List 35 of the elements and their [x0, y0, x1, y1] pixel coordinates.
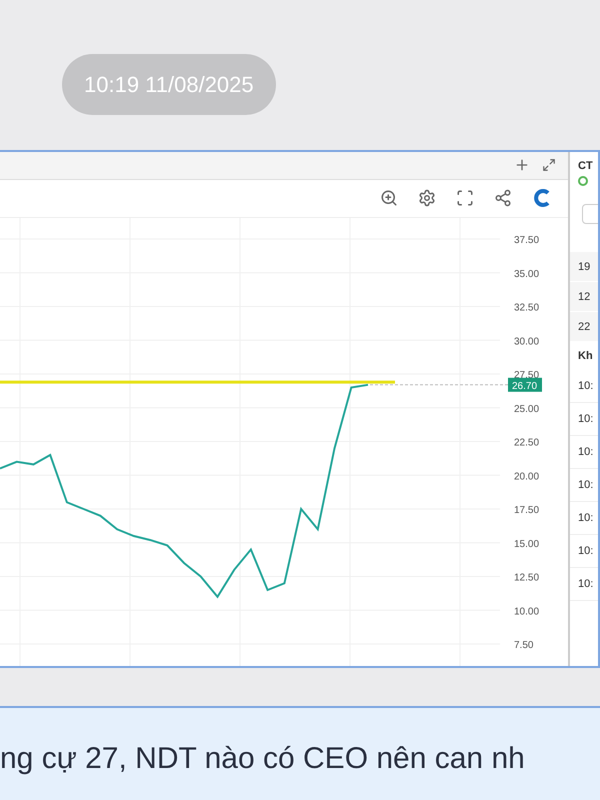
expand-icon[interactable] [542, 158, 556, 172]
timestamp: 10:19 11/08/2025 [62, 54, 276, 115]
time-value: 10: [570, 568, 598, 601]
logo-icon [532, 188, 552, 208]
status-icon [578, 176, 588, 186]
axis-label: 25.00 [514, 404, 540, 414]
section-title: Kh [577, 349, 594, 364]
axis-label: 22.50 [514, 437, 540, 448]
zoom-icon[interactable] [380, 189, 398, 208]
time-value: 10: [570, 535, 598, 568]
axis-label: 35.00 [514, 268, 540, 280]
axis-label: 37.50 [514, 234, 540, 246]
axis-label: 17.50 [514, 504, 540, 516]
share-icon[interactable] [494, 189, 512, 208]
axis-label: 32.50 [514, 302, 540, 314]
time-value: 10: [570, 370, 598, 403]
axis-label: 15.00 [514, 538, 540, 550]
axis-label: 7.50 [514, 640, 534, 651]
axis-label: 10.00 [514, 606, 540, 617]
input-field[interactable] [582, 204, 598, 224]
message-text: ng cự 27, NDT nào có CEO nên can nh [0, 741, 526, 777]
price-value: 19 [570, 252, 598, 282]
time-value: 10: [570, 469, 598, 502]
time-value: 10: [570, 502, 598, 535]
price-value: 22 [570, 312, 598, 342]
price-value: 12 [570, 282, 598, 312]
axis-label: 30.00 [514, 336, 540, 347]
price-tag: 26.70 [508, 378, 542, 392]
panel-title: CT [577, 159, 594, 174]
axis-label: 20.00 [514, 471, 540, 482]
axis-label: 12.50 [514, 572, 540, 584]
time-value: 10: [570, 436, 598, 469]
fullscreen-icon[interactable] [456, 189, 474, 208]
settings-icon[interactable] [418, 189, 436, 208]
time-value: 10: [570, 403, 598, 436]
